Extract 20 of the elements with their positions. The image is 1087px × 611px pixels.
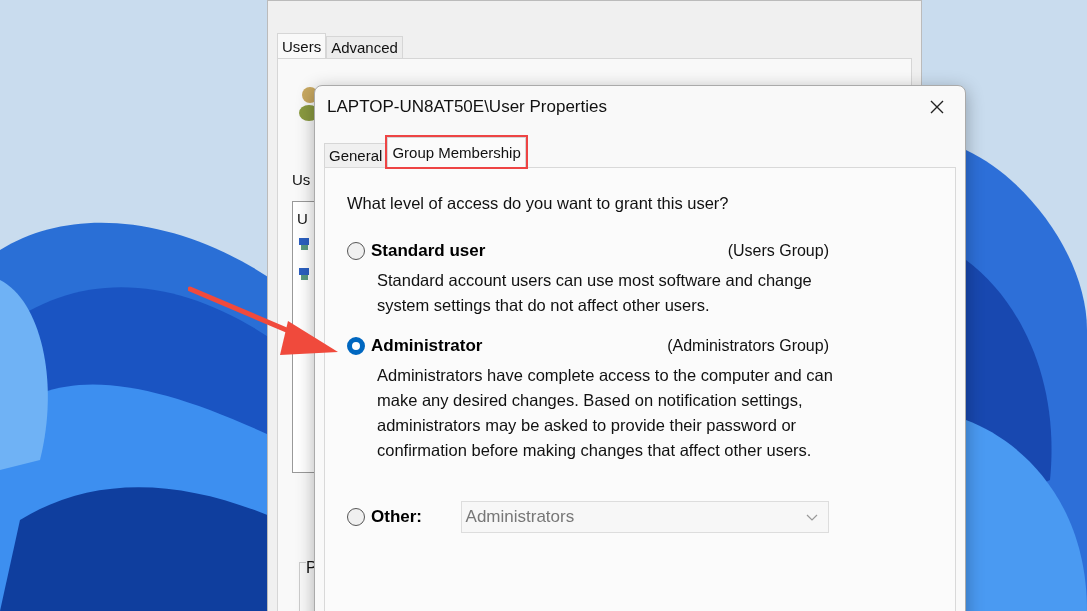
- question-text: What level of access do you want to grant this user?: [347, 194, 730, 213]
- user-icon: [299, 268, 309, 280]
- chevron-down-icon: [806, 513, 818, 521]
- tab[interactable]: Advanced: [326, 36, 403, 58]
- option-label[interactable]: Standard user: [371, 241, 486, 261]
- tab[interactable]: Group Membership: [387, 137, 526, 167]
- option-description: Administrators have complete access to the computer and can make any desired changes. Based on notification settings, administrators may be asked to provide their password or confirmation before making changes that affect other users.: [377, 365, 834, 461]
- window-title: LAPTOP-UN8AT50E\User Properties: [327, 97, 607, 117]
- user-icon: [299, 238, 309, 250]
- group-text: (Administrators Group): [667, 337, 829, 355]
- option-description: Standard account users can use most software and change system settings that do not affect other users.: [377, 270, 813, 316]
- label-text: Us: [292, 171, 311, 188]
- group-text: (Users Group): [727, 242, 829, 260]
- tab[interactable]: Users: [277, 33, 327, 58]
- close-icon[interactable]: [930, 100, 944, 114]
- option-label[interactable]: Administrator: [371, 336, 483, 356]
- radio-button[interactable]: [347, 337, 365, 355]
- radio-button[interactable]: [347, 242, 365, 260]
- column-header: U: [297, 210, 308, 227]
- tab[interactable]: General: [324, 143, 388, 167]
